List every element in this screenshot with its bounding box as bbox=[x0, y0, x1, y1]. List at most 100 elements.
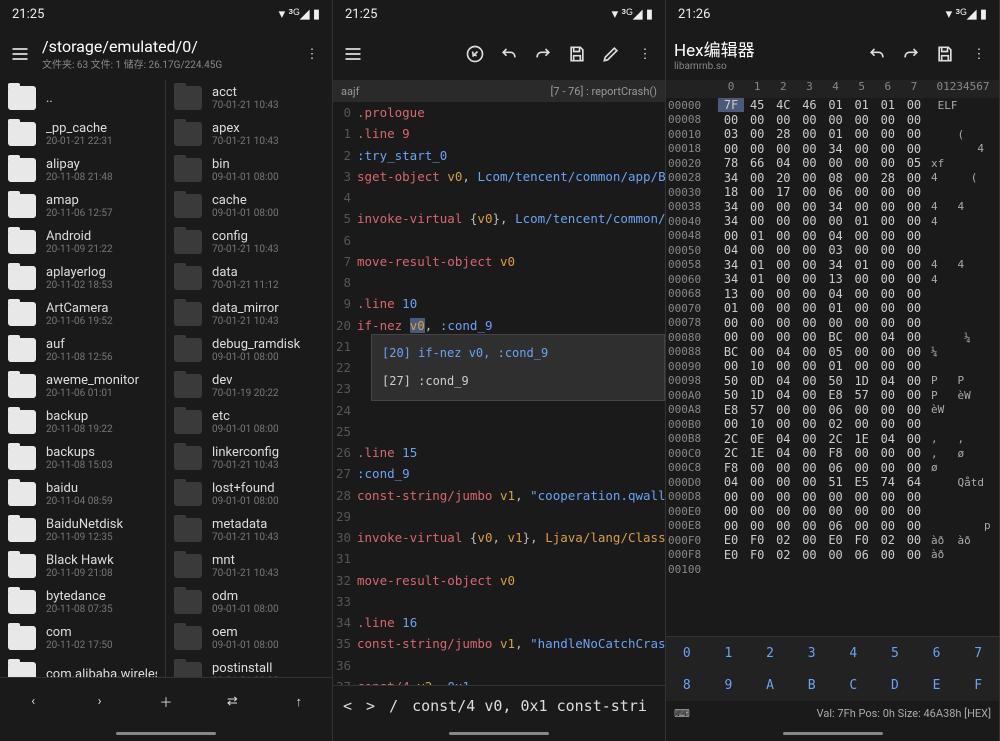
hex-row[interactable]: 000207866040000000005xf bbox=[666, 156, 999, 171]
hex-row[interactable]: 000900010000001000000 bbox=[666, 359, 999, 374]
fwd-icon[interactable]: › bbox=[88, 690, 112, 714]
redo-icon[interactable] bbox=[531, 42, 555, 66]
hex-row[interactable]: 000480001000004000000 bbox=[666, 229, 999, 244]
key-3[interactable]: 3 bbox=[791, 637, 833, 669]
undo-icon[interactable] bbox=[865, 42, 889, 66]
file-item[interactable]: Android20-11-09 21:22 bbox=[0, 224, 165, 260]
file-item[interactable]: baidu20-11-04 08:59 bbox=[0, 476, 165, 512]
key-F[interactable]: F bbox=[957, 669, 999, 701]
up-icon[interactable]: ↑ bbox=[287, 690, 311, 714]
file-item[interactable]: dev70-01-19 20:22 bbox=[166, 368, 332, 404]
hex-row[interactable]: 000500400000003000000 bbox=[666, 243, 999, 258]
hex-row[interactable]: 0004034000000000100004 bbox=[666, 214, 999, 229]
file-item[interactable]: ArtCamera20-11-06 19:52 bbox=[0, 296, 165, 332]
hex-row[interactable]: 000C02C1E0400F8000000, ø bbox=[666, 446, 999, 461]
file-item[interactable]: alipay20-11-08 21:48 bbox=[0, 152, 165, 188]
hex-row[interactable]: 000180000000034000000 4 bbox=[666, 142, 999, 157]
file-item[interactable]: backup20-11-08 19:22 bbox=[0, 404, 165, 440]
key-1[interactable]: 1 bbox=[708, 637, 750, 669]
compass-icon[interactable] bbox=[463, 42, 487, 66]
file-item[interactable]: linkerconfig70-01-21 10:43 bbox=[166, 440, 332, 476]
menu-icon[interactable] bbox=[8, 42, 32, 66]
hex-row[interactable]: 000780000000000000000 bbox=[666, 316, 999, 331]
file-item[interactable]: amap20-11-06 12:57 bbox=[0, 188, 165, 224]
overflow-icon[interactable]: ⋮ bbox=[300, 42, 324, 66]
hex-row[interactable]: 000700100000001000000 bbox=[666, 301, 999, 316]
file-item[interactable]: .. bbox=[0, 80, 165, 116]
hex-keypad[interactable]: 0123456789ABCDEF bbox=[666, 636, 999, 701]
hex-row[interactable]: 000D00400000051E57464 Qåtd bbox=[666, 475, 999, 490]
key-4[interactable]: 4 bbox=[833, 637, 875, 669]
save-icon[interactable] bbox=[933, 42, 957, 66]
swap-icon[interactable]: ⇄ bbox=[220, 690, 244, 714]
overflow-icon[interactable]: ⋮ bbox=[967, 42, 991, 66]
key-8[interactable]: 8 bbox=[666, 669, 708, 701]
key-5[interactable]: 5 bbox=[874, 637, 916, 669]
file-item[interactable]: odm09-01-01 08:00 bbox=[166, 584, 332, 620]
keyboard-icon[interactable]: ⌨ bbox=[674, 707, 690, 720]
hex-row[interactable]: 000B82C0E04002C1E0400, , bbox=[666, 432, 999, 447]
autocomplete-item[interactable]: [20] if-nez v0, :cond_9 bbox=[372, 339, 664, 367]
file-item[interactable]: data70-01-21 11:12 bbox=[166, 260, 332, 296]
overflow-icon[interactable]: ⋮ bbox=[633, 42, 657, 66]
hex-row[interactable]: 000007F454C4601010100 ELF bbox=[666, 98, 999, 113]
hex-row[interactable]: 0008000000000BC000400 ¼ bbox=[666, 330, 999, 345]
path[interactable]: /storage/emulated/0/ bbox=[42, 37, 290, 56]
autocomplete-item[interactable]: [27] :cond_9 bbox=[372, 367, 664, 395]
undo-icon[interactable] bbox=[497, 42, 521, 66]
file-item[interactable]: postinstall09-01-01 08:00 bbox=[166, 656, 332, 677]
hex-row[interactable]: 00088BC00040005000000¼ bbox=[666, 345, 999, 360]
hex-row[interactable]: 000D80000000000000000 bbox=[666, 490, 999, 505]
back-icon[interactable]: ‹ bbox=[21, 690, 45, 714]
hex-row[interactable]: 000B00010000002000000 bbox=[666, 417, 999, 432]
find-text[interactable]: const/4 v0, 0x1 const-stri bbox=[412, 697, 655, 715]
hex-row[interactable]: 00100 bbox=[666, 562, 999, 577]
file-item[interactable]: aplayerlog20-11-02 18:53 bbox=[0, 260, 165, 296]
hex-row[interactable]: 0002834002000080028004 ( bbox=[666, 171, 999, 186]
file-item[interactable]: _pp_cache20-01-21 22:31 bbox=[0, 116, 165, 152]
redo-icon[interactable] bbox=[899, 42, 923, 66]
save-icon[interactable] bbox=[565, 42, 589, 66]
menu-icon[interactable] bbox=[341, 42, 365, 66]
file-item[interactable]: data_mirror70-01-21 10:43 bbox=[166, 296, 332, 332]
hex-row[interactable]: 000F8E0F0020000060000àð bbox=[666, 548, 999, 563]
file-item[interactable]: lost+found09-01-01 08:00 bbox=[166, 476, 332, 512]
key-9[interactable]: 9 bbox=[708, 669, 750, 701]
hex-row[interactable]: 000100300280001000000 ( bbox=[666, 127, 999, 142]
key-2[interactable]: 2 bbox=[749, 637, 791, 669]
key-0[interactable]: 0 bbox=[666, 637, 708, 669]
hex-row[interactable]: 000F0E0F00200E0F00200àð àð bbox=[666, 533, 999, 548]
file-item[interactable]: etc09-01-01 08:00 bbox=[166, 404, 332, 440]
hex-row[interactable]: 00098500D0400501D0400P P bbox=[666, 374, 999, 389]
hex-row[interactable]: 000080000000000000000 bbox=[666, 113, 999, 128]
file-item[interactable]: metadata70-01-21 10:43 bbox=[166, 512, 332, 548]
hex-view[interactable]: 000007F454C4601010100 ELF000080000000000… bbox=[666, 98, 999, 636]
hex-row[interactable]: 000E80000000006000000 p bbox=[666, 519, 999, 534]
code-editor[interactable]: 0.prologue1.line 92:try_start_03sget-obj… bbox=[333, 102, 665, 685]
hex-row[interactable]: 0005834010000340100004 4 bbox=[666, 258, 999, 273]
file-item[interactable]: config70-01-21 10:43 bbox=[166, 224, 332, 260]
key-C[interactable]: C bbox=[833, 669, 875, 701]
key-B[interactable]: B bbox=[791, 669, 833, 701]
file-item[interactable]: apex70-01-21 10:43 bbox=[166, 116, 332, 152]
file-item[interactable]: aweme_monitor20-11-06 01:01 bbox=[0, 368, 165, 404]
hex-row[interactable]: 000A8E857000006000000èW bbox=[666, 403, 999, 418]
file-item[interactable]: oem09-01-01 08:00 bbox=[166, 620, 332, 656]
file-item[interactable]: backups20-11-08 15:03 bbox=[0, 440, 165, 476]
file-item[interactable]: com20-11-02 17:50 bbox=[0, 620, 165, 656]
file-item[interactable]: Black Hawk20-11-09 21:08 bbox=[0, 548, 165, 584]
find-next[interactable]: > bbox=[366, 697, 375, 715]
hex-row[interactable]: 000C8F800000006000000ø bbox=[666, 461, 999, 476]
key-D[interactable]: D bbox=[874, 669, 916, 701]
key-A[interactable]: A bbox=[749, 669, 791, 701]
hex-row[interactable]: 000E00000000000000000 bbox=[666, 504, 999, 519]
hex-row[interactable]: 0003834000000340000004 4 bbox=[666, 200, 999, 215]
tab-name[interactable]: aajf bbox=[341, 85, 359, 98]
file-item[interactable]: bin09-01-01 08:00 bbox=[166, 152, 332, 188]
file-item[interactable]: bytedance20-11-08 07:35 bbox=[0, 584, 165, 620]
key-7[interactable]: 7 bbox=[957, 637, 999, 669]
add-icon[interactable]: ＋ bbox=[154, 690, 178, 714]
hex-row[interactable]: 000A0501D0400E8570000P èW bbox=[666, 388, 999, 403]
file-item[interactable]: debug_ramdisk09-01-01 08:00 bbox=[166, 332, 332, 368]
file-item[interactable]: mnt70-01-21 10:43 bbox=[166, 548, 332, 584]
